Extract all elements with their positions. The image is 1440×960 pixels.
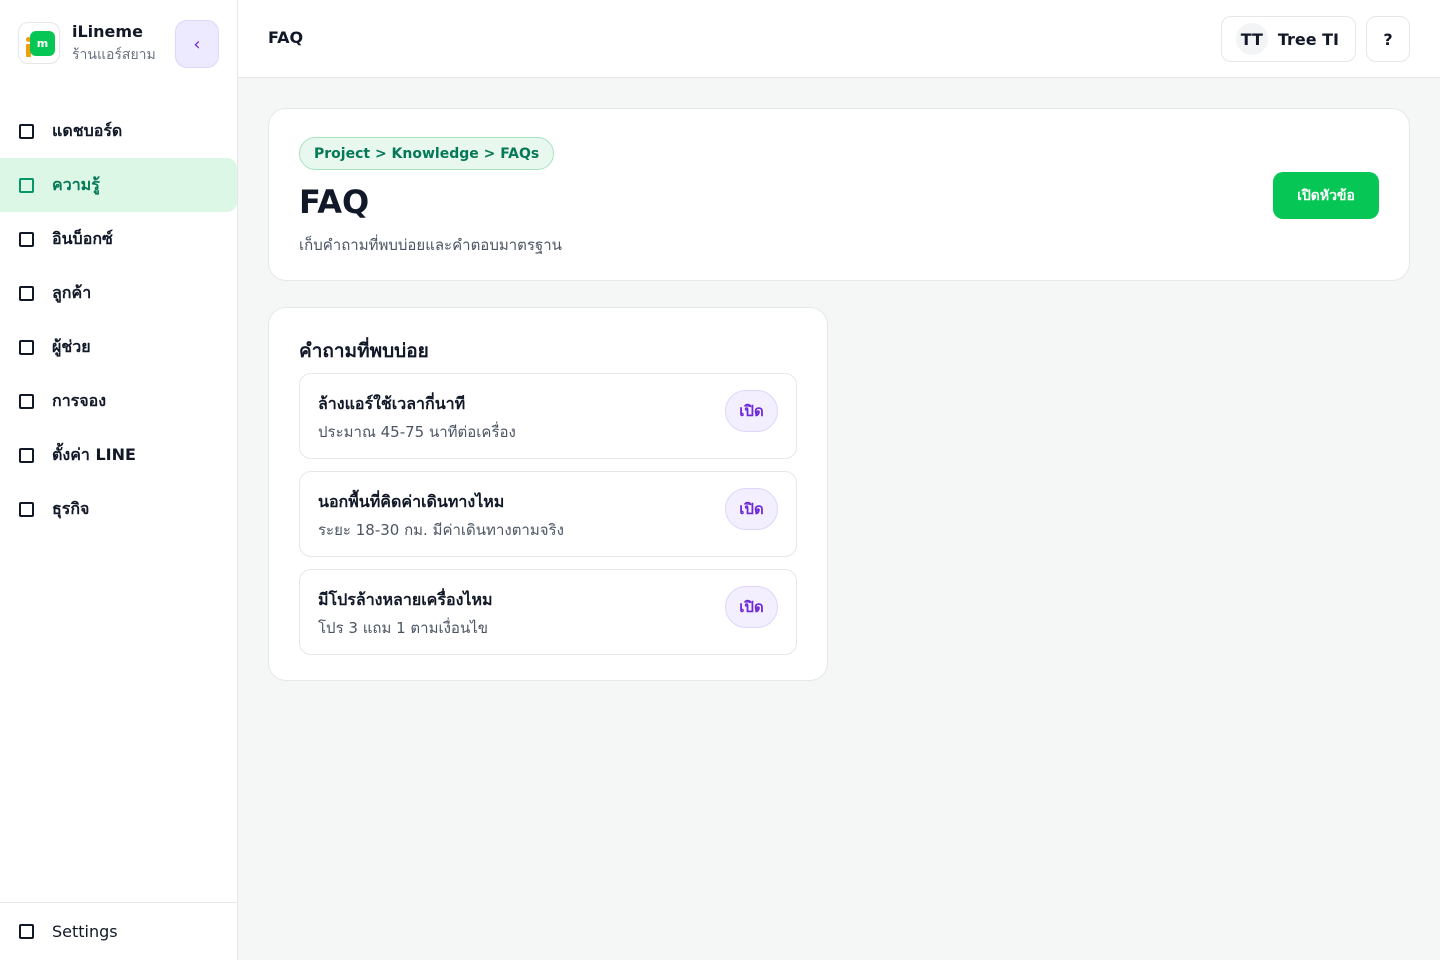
topbar-title: FAQ <box>268 28 304 47</box>
square-icon <box>19 285 34 301</box>
app-root: m iLineme ร้านแอร์สยาม ‹ แดชบอร์ด ความรู… <box>0 0 1440 960</box>
sidebar-item-label: ธุรกิจ <box>52 498 90 518</box>
sidebar-item-label: ผู้ช่วย <box>52 336 91 356</box>
sidebar-item-knowledge[interactable]: ความรู้ <box>0 158 237 212</box>
avatar: TT <box>1235 23 1268 55</box>
topbar: FAQ TT Tree TI ? <box>238 0 1440 78</box>
page-description: เก็บคำถามที่พบบ่อยและคำตอบมาตรฐาน <box>299 236 562 254</box>
page-title: FAQ <box>299 183 370 221</box>
sidebar-item-assistant[interactable]: ผู้ช่วย <box>0 320 237 374</box>
user-name: Tree TI <box>1277 29 1339 49</box>
faq-open-button[interactable]: เปิด <box>725 390 778 432</box>
square-icon <box>19 393 34 409</box>
faq-answer: ระยะ 18-30 กม. มีค่าเดินทางตามจริง <box>318 521 564 539</box>
faq-question: ล้างแอร์ใช้เวลากี่นาที <box>318 394 466 413</box>
faq-question: นอกพื้นที่คิดค่าเดินทางไหม <box>318 492 505 511</box>
faq-answer: ประมาณ 45-75 นาทีต่อเครื่อง <box>318 423 516 441</box>
brand-subtitle: ร้านแอร์สยาม <box>72 47 156 63</box>
sidebar-nav: แดชบอร์ด ความรู้ อินบ็อกซ์ ลูกค้า ผู้ช่ว… <box>0 104 237 536</box>
square-icon <box>19 501 34 517</box>
faq-open-button[interactable]: เปิด <box>725 586 778 628</box>
user-menu-button[interactable]: TT Tree TI <box>1220 16 1356 62</box>
square-icon <box>19 123 34 139</box>
breadcrumb: Project > Knowledge > FAQs <box>299 137 555 170</box>
sidebar: m iLineme ร้านแอร์สยาม ‹ แดชบอร์ด ความรู… <box>0 0 238 960</box>
sidebar-item-bookings[interactable]: การจอง <box>0 374 237 428</box>
sidebar-item-label: การจอง <box>52 390 107 410</box>
sidebar-item-line-settings[interactable]: ตั้งค่า LINE <box>0 428 237 482</box>
sidebar-item-label: Settings <box>52 922 118 941</box>
square-icon <box>19 339 34 355</box>
sidebar-item-label: แดชบอร์ด <box>52 120 123 140</box>
sidebar-item-label: ความรู้ <box>52 174 100 194</box>
sidebar-item-label: อินบ็อกซ์ <box>52 228 113 248</box>
faq-item: ล้างแอร์ใช้เวลากี่นาที ประมาณ 45-75 นาที… <box>299 373 797 459</box>
sidebar-item-dashboard[interactable]: แดชบอร์ด <box>0 104 237 158</box>
faq-answer: โปร 3 แถม 1 ตามเงื่อนไข <box>318 619 488 637</box>
main-content: FAQ TT Tree TI ? Project > Knowledge > F… <box>238 0 1440 960</box>
square-icon <box>19 177 34 193</box>
collapse-sidebar-button[interactable]: ‹ <box>175 20 219 68</box>
faq-open-button[interactable]: เปิด <box>725 488 778 530</box>
sidebar-item-business[interactable]: ธุรกิจ <box>0 482 237 536</box>
page-header-card: Project > Knowledge > FAQs FAQ เก็บคำถาม… <box>268 108 1410 281</box>
question-mark-icon: ? <box>1383 29 1393 49</box>
faq-list: ล้างแอร์ใช้เวลากี่นาที ประมาณ 45-75 นาที… <box>299 373 797 667</box>
brand-logo-icon: m <box>18 22 60 64</box>
sidebar-item-inbox[interactable]: อินบ็อกซ์ <box>0 212 237 266</box>
brand: m iLineme ร้านแอร์สยาม <box>18 22 156 64</box>
sidebar-item-settings[interactable]: Settings <box>0 902 237 960</box>
square-icon <box>19 231 34 247</box>
sidebar-item-label: ลูกค้า <box>52 282 92 302</box>
faq-question: มีโปรล้างหลายเครื่องไหม <box>318 590 493 609</box>
help-button[interactable]: ? <box>1366 16 1410 62</box>
square-icon <box>19 447 34 463</box>
faq-heading: คำถามที่พบบ่อย <box>299 340 429 362</box>
square-icon <box>19 924 34 939</box>
open-topic-button[interactable]: เปิดหัวข้อ <box>1273 172 1379 219</box>
brand-name: iLineme <box>72 22 143 41</box>
faq-item: มีโปรล้างหลายเครื่องไหม โปร 3 แถม 1 ตามเ… <box>299 569 797 655</box>
sidebar-item-label: ตั้งค่า LINE <box>52 444 136 464</box>
sidebar-item-customers[interactable]: ลูกค้า <box>0 266 237 320</box>
faq-card: คำถามที่พบบ่อย ล้างแอร์ใช้เวลากี่นาที ปร… <box>268 307 828 681</box>
faq-item: นอกพื้นที่คิดค่าเดินทางไหม ระยะ 18-30 กม… <box>299 471 797 557</box>
chevron-left-icon: ‹ <box>193 33 201 55</box>
